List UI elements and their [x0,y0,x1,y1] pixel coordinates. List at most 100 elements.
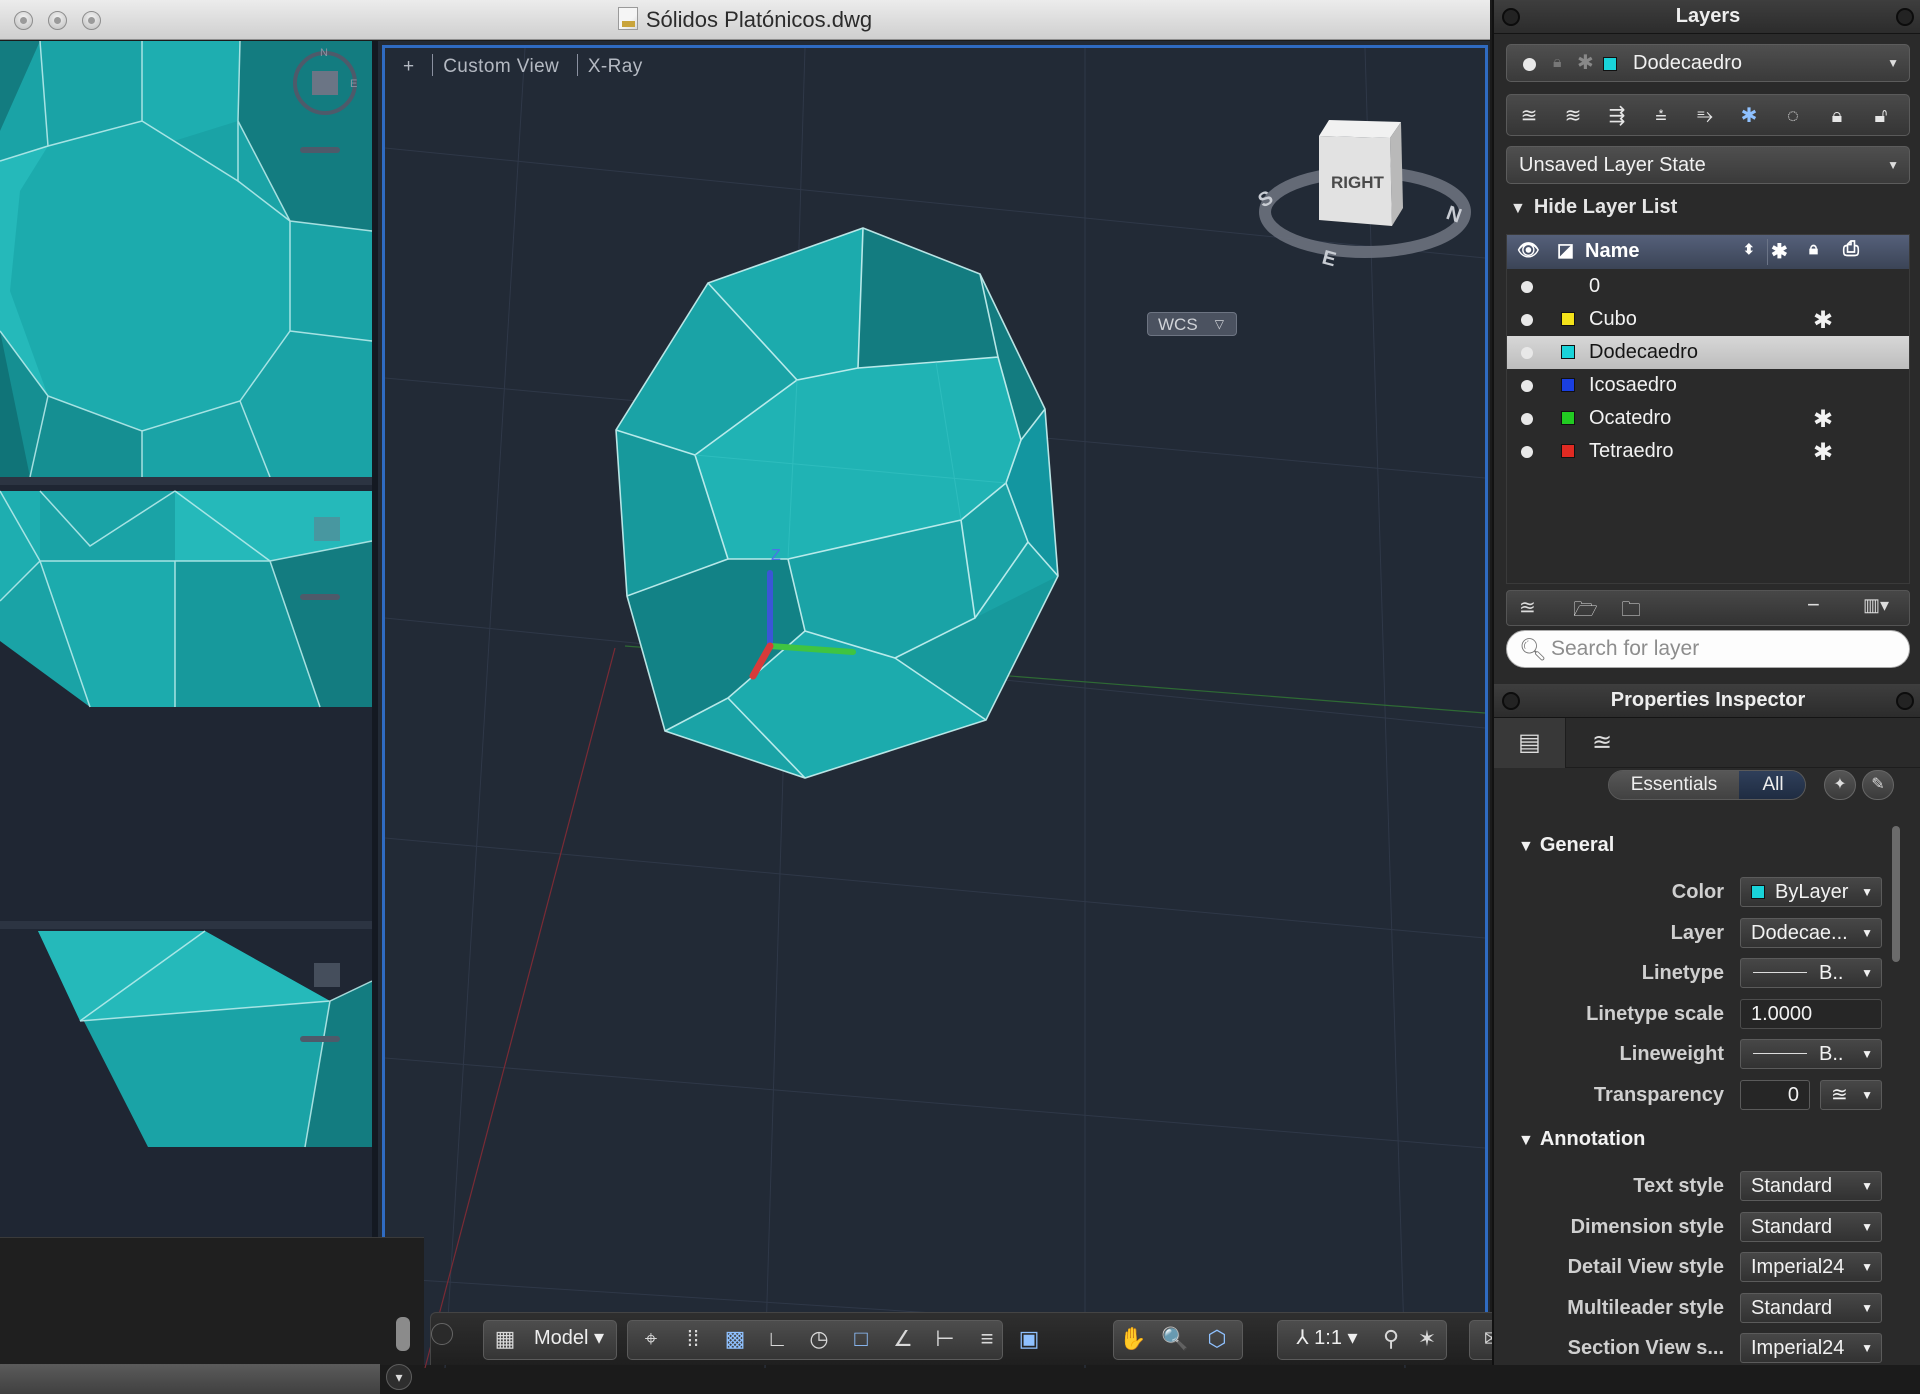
layer-row[interactable]: Cubo ✱ [1507,303,1909,336]
match-properties-icon[interactable]: ✎ [1862,770,1894,800]
dot-grid-icon[interactable]: ⁞⁞ [675,1322,711,1358]
transparency-icon[interactable]: ▣ [1011,1322,1047,1358]
object-snap-icon[interactable]: □ [843,1322,879,1358]
new-layer-icon[interactable]: ≊ [1513,101,1545,131]
layer-row[interactable]: Tetraedro ✱ [1507,435,1909,468]
palette-close-dot[interactable] [1502,8,1520,26]
turn-off-layer-icon[interactable]: ◌ [1777,101,1809,131]
property-dropdown[interactable]: Dodecae... ▼ [1740,917,1882,948]
color-column-icon[interactable]: ◪ [1557,240,1574,261]
drawing-canvas[interactable]: N E Z RIGHT S E N + Custom View X-Ray WC… [0,40,1490,1394]
property-dropdown[interactable]: Standard ▼ [1740,1292,1882,1323]
dodecahedron-solid[interactable] [615,227,1059,779]
name-column-header[interactable]: Name [1585,240,1639,263]
visibility-dot-icon[interactable] [1521,380,1533,392]
quick-select-icon[interactable]: ✦ [1824,770,1856,800]
viewport-left[interactable] [0,929,373,1241]
dynamic-ucs-icon[interactable]: ∠ [885,1322,921,1358]
property-dropdown[interactable]: ByLayer ▼ [1740,877,1882,907]
freeze-layer-icon[interactable]: ✱ [1733,101,1765,131]
property-text-field[interactable]: 1.0000 [1740,998,1882,1029]
freeze-icon[interactable]: ✱ [1813,438,1833,467]
hide-layer-list-toggle[interactable]: ▼ Hide Layer List [1510,196,1677,219]
dynamic-input-icon[interactable]: ⊢ [927,1322,963,1358]
freeze-icon[interactable]: ✱ [1813,405,1833,434]
essentials-segment[interactable]: Essentials [1609,771,1739,799]
layer-settings-icon[interactable]: ≊ [1519,595,1536,620]
viewcube[interactable]: RIGHT S E N [1255,120,1471,271]
property-dropdown[interactable]: Imperial24 ▼ [1740,1252,1882,1282]
layer-row[interactable]: Icosaedro [1507,369,1909,402]
columns-menu-icon[interactable]: ▥▾ [1863,595,1889,616]
lineweight-icon[interactable]: ≡ [969,1322,1005,1358]
freeze-icon[interactable]: ✱ [1813,306,1833,335]
visual-style-label[interactable]: X-Ray [588,56,643,77]
polar-tracking-icon[interactable]: ◷ [801,1322,837,1358]
annotation-scale-dropdown[interactable]: ⅄ 1:1 ▾ [1281,1322,1373,1358]
viewport-splitter-1[interactable] [0,477,374,485]
visibility-dot-icon[interactable] [1521,446,1533,458]
transparency-mode-dropdown[interactable]: ≊ ▼ [1820,1079,1882,1110]
viewport-splitter-2[interactable] [0,921,374,929]
delete-layer-icon[interactable]: ≋ [1557,101,1589,131]
general-section-header[interactable]: ▼ General [1518,834,1614,857]
property-dropdown[interactable]: B.. ▼ [1740,1039,1882,1069]
grid-icon[interactable]: ▩ [717,1322,753,1358]
palette-collapse-dot[interactable] [1896,8,1914,26]
palette-collapse-dot[interactable] [1896,692,1914,710]
property-dropdown[interactable]: Standard ▼ [1740,1211,1882,1242]
visibility-dot-icon[interactable] [1521,281,1533,293]
palette-close-dot[interactable] [1502,692,1520,710]
property-dropdown[interactable]: Standard ▼ [1740,1171,1882,1201]
command-history-button[interactable]: ▾ [386,1364,412,1390]
pan-hand-icon[interactable]: ✋ [1115,1322,1151,1358]
set-current-layer-icon[interactable]: ⇶ [1601,101,1633,131]
layer-color-swatch[interactable] [1561,411,1575,425]
layer-state-dropdown[interactable]: Unsaved Layer State ▼ [1506,146,1910,184]
viewport-splitter-vertical[interactable] [372,41,378,1241]
viewport-front[interactable] [0,485,373,921]
match-layer-icon[interactable]: ⩮ [1645,101,1677,131]
freeze-column-icon[interactable]: ✱ [1771,239,1788,264]
layer-color-swatch[interactable] [1561,444,1575,458]
isolate-layer-icon[interactable]: ⥱ [1689,101,1721,131]
layer-row[interactable]: 0 [1507,270,1909,303]
new-filter-folder-icon[interactable]: 🗀 [1621,595,1641,629]
wcs-dropdown[interactable]: WCS ▽ [1147,312,1237,336]
command-line-scroll-handle[interactable] [396,1317,410,1351]
tab-layer-properties[interactable]: ≊ [1566,718,1638,768]
annotation-visibility-icon[interactable]: ⚲ [1373,1322,1409,1358]
model-tab[interactable]: Model ▾ [525,1322,613,1358]
zoom-magnifier-icon[interactable]: 🔍 [1157,1322,1193,1358]
ortho-icon[interactable]: ∟ [759,1322,795,1358]
property-dropdown[interactable]: 0 [1740,1079,1810,1110]
unlock-layer-icon[interactable]: 🔓︎ [1865,101,1897,131]
property-dropdown[interactable]: B.. ▼ [1740,958,1882,988]
main-viewport[interactable]: Z RIGHT S E N + Custom View X-Ray WCS ▽ [382,45,1488,1368]
status-bar-grip-icon[interactable] [431,1323,453,1345]
annotation-section-header[interactable]: ▼ Annotation [1518,1128,1645,1151]
viewport-top[interactable]: N E [0,40,373,478]
collapse-icon[interactable]: − [1807,592,1820,618]
lock-layer-icon[interactable]: 🔒︎ [1821,101,1853,131]
layer-row[interactable]: Dodecaedro [1507,336,1909,369]
visibility-dot-icon[interactable] [1521,347,1533,359]
all-segment[interactable]: All [1739,771,1805,799]
snap-crosshair-icon[interactable]: ⌖ [633,1322,669,1358]
current-layer-dropdown[interactable]: 🔒︎ ✱ Dodecaedro ▼ [1506,44,1910,82]
property-dropdown[interactable]: Imperial24 ▼ [1740,1333,1882,1363]
layout-grid-icon[interactable]: ▦ [487,1322,523,1358]
layer-color-swatch[interactable] [1561,312,1575,326]
lock-column-icon[interactable]: 🔒︎ [1809,239,1818,259]
layer-color-swatch[interactable] [1561,378,1575,392]
plot-column-icon[interactable]: ⎙ [1843,238,1859,261]
eye-icon[interactable]: 👁︎ [1517,240,1540,261]
view-preset-label[interactable]: Custom View [443,56,559,77]
visibility-dot-icon[interactable] [1521,314,1533,326]
auto-scale-icon[interactable]: ✶ [1409,1322,1445,1358]
layer-color-swatch[interactable] [1561,345,1575,359]
properties-scrollbar[interactable] [1892,826,1900,962]
viewport-menu-plus[interactable]: + [403,56,415,77]
sort-arrows-icon[interactable]: ⬍ [1743,241,1755,258]
layer-search-input[interactable]: 🔍︎ Search for layer [1506,630,1910,668]
